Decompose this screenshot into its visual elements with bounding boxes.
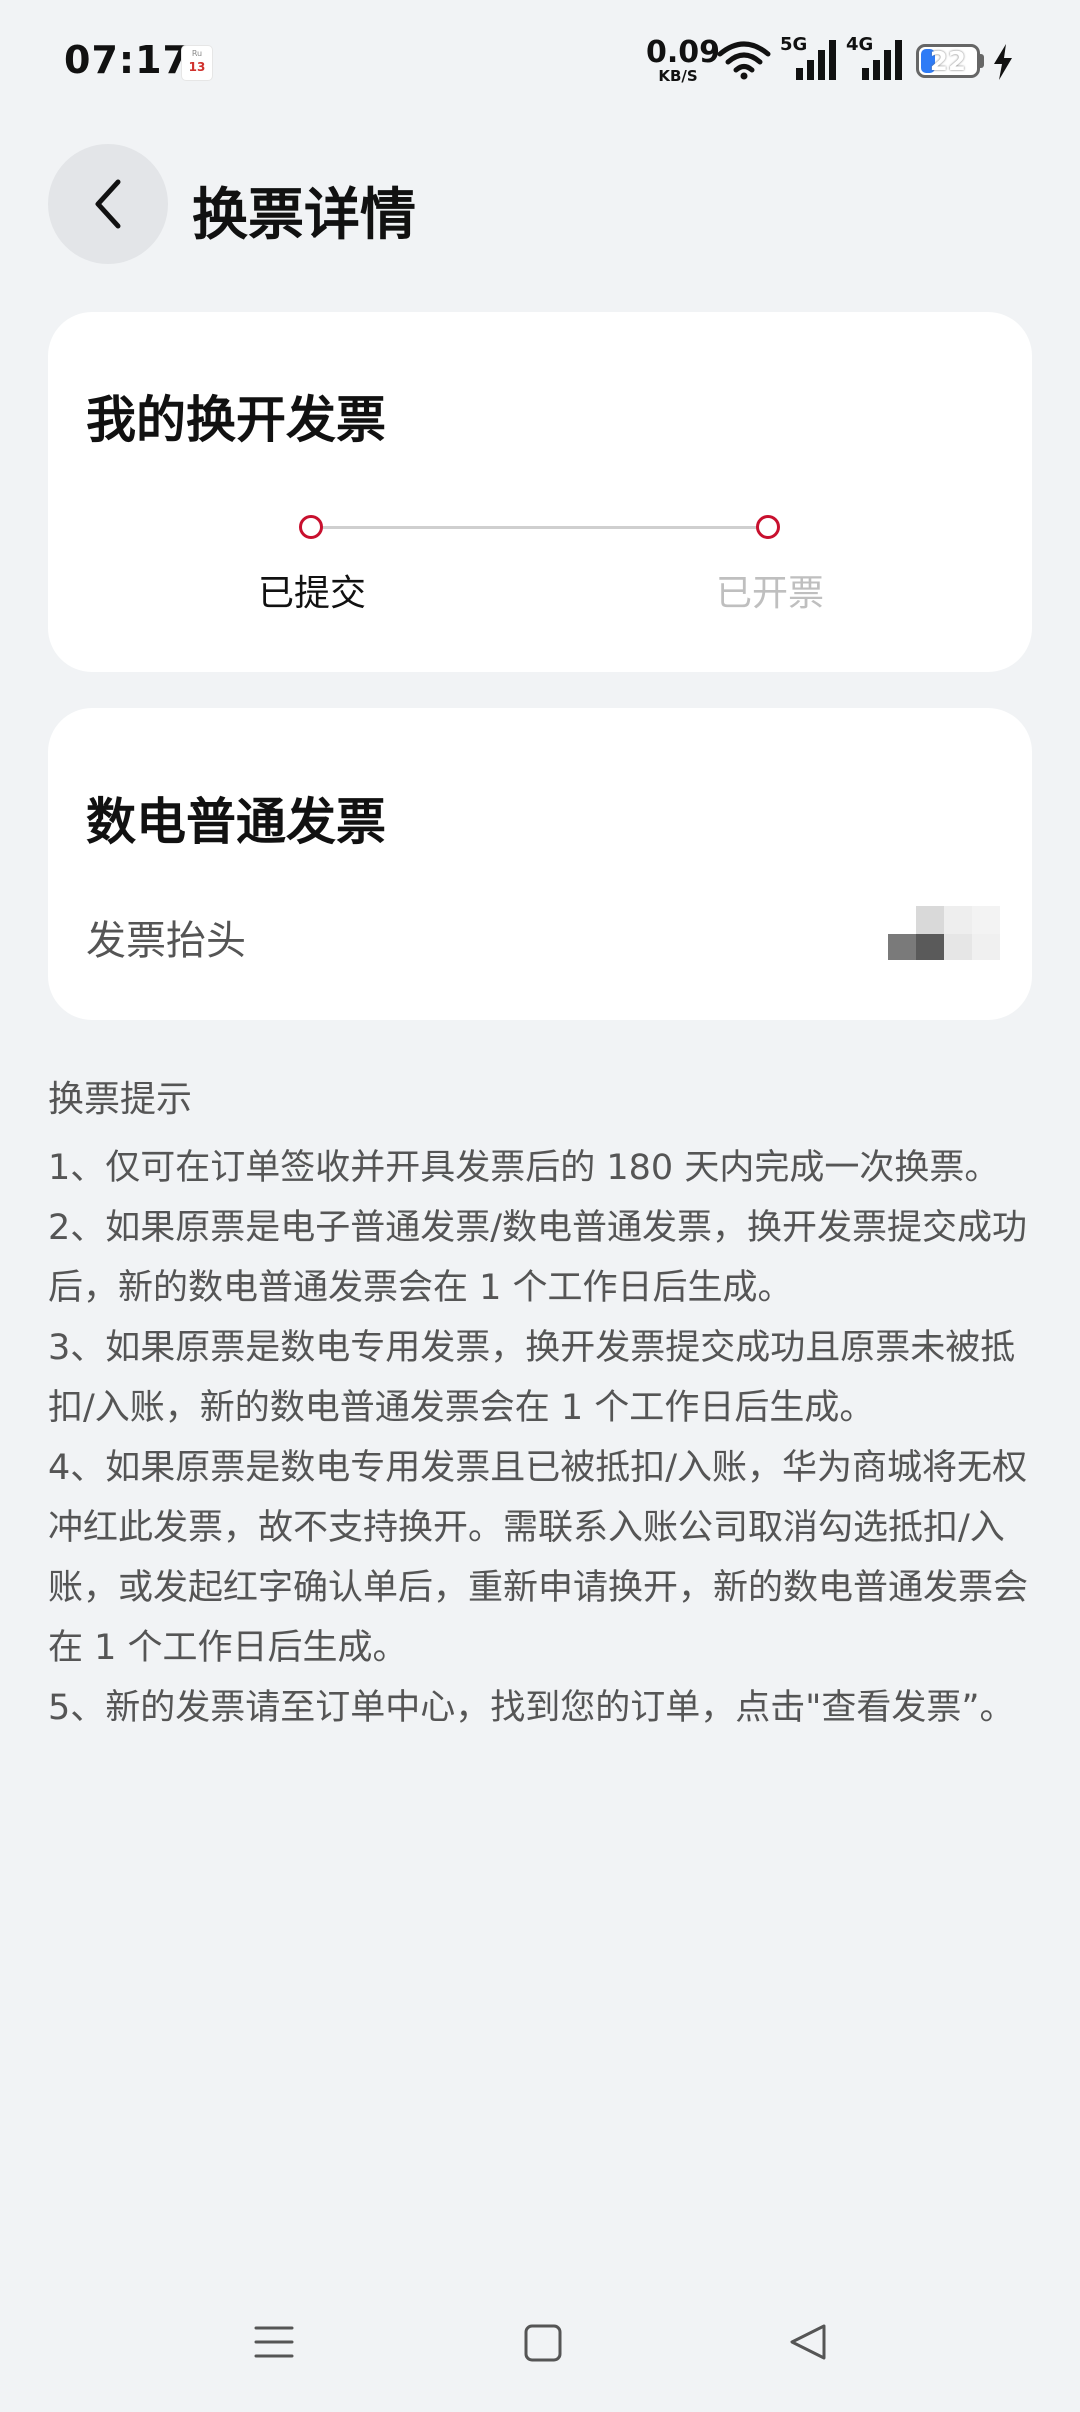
battery-level: 22 <box>929 47 967 77</box>
tip-item: 1、仅可在订单签收并开具发票后的 180 天内完成一次换票。 <box>48 1148 1000 1188</box>
signal-4g-icon: 4G <box>846 34 906 82</box>
back-button[interactable] <box>48 144 168 264</box>
page-title: 换票详情 <box>192 183 416 248</box>
invoice-info-card <box>48 708 1032 1020</box>
chevron-left-icon <box>95 179 121 229</box>
progress-card-title: 我的换开发票 <box>86 391 386 449</box>
calendar-icon-day: 13 <box>188 60 206 74</box>
battery-icon: 22 <box>916 44 980 78</box>
tip-item: 2、如果原票是电子普通发票/数电普通发票，换开发票提交成功后，新的数电普通发票会… <box>48 1208 1028 1308</box>
network-speed: 0.09 KB/S <box>646 35 721 85</box>
tip-item: 5、新的发票请至订单中心，找到您的订单，点击"查看发票”。 <box>48 1688 1015 1728</box>
tip-item: 3、如果原票是数电专用发票，换开发票提交成功且原票未被抵扣/入账，新的数电普通发… <box>48 1328 1016 1428</box>
progress-track <box>312 526 768 529</box>
step-label-issued: 已开票 <box>716 573 825 614</box>
tip-item: 4、如果原票是数电专用发票且已被抵扣/入账，华为商城将无权冲红此发票，故不支持换… <box>48 1448 1029 1668</box>
network-speed-value: 0.09 <box>646 35 721 70</box>
exchange-progress-card <box>48 312 1032 672</box>
status-time: 07:17 <box>64 38 190 82</box>
tips-title: 换票提示 <box>48 1079 193 1120</box>
wifi-icon <box>717 41 771 80</box>
tips-list: 1、仅可在订单签收并开具发票后的 180 天内完成一次换票。 2、如果原票是电子… <box>48 1138 1040 1738</box>
calendar-icon-top: Ru <box>191 49 203 58</box>
charging-bolt-icon <box>994 44 1012 80</box>
calendar-notification-icon: Ru 13 <box>182 46 212 80</box>
network-speed-unit: KB/S <box>658 67 698 85</box>
invoice-header-value-redacted <box>888 906 1012 962</box>
nav-home-icon[interactable] <box>524 2324 562 2362</box>
invoice-header-label: 发票抬头 <box>86 918 246 964</box>
step-dot-issued <box>756 515 780 539</box>
signal-5g-icon: 5G <box>780 34 840 82</box>
nav-menu-icon[interactable] <box>254 2322 294 2362</box>
step-dot-submitted <box>299 515 323 539</box>
nav-back-icon[interactable] <box>788 2322 828 2362</box>
invoice-type-title: 数电普通发票 <box>86 793 386 851</box>
battery-cap <box>980 54 984 68</box>
step-label-submitted: 已提交 <box>258 573 367 614</box>
